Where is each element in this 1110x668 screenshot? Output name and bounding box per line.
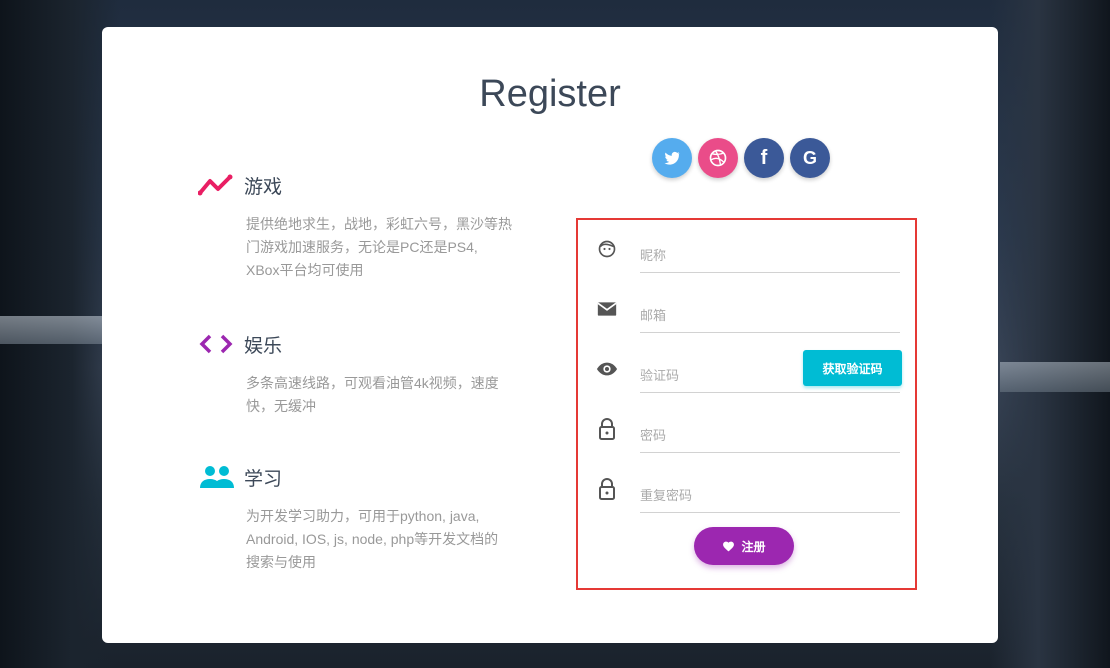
- register-card: Register f G 游戏 提供绝地求生，战地，彩虹六号，黑沙等热门游戏加速…: [102, 27, 998, 643]
- background-right-forest: [990, 0, 1110, 668]
- page-title: Register: [479, 73, 621, 115]
- dribbble-icon: [709, 149, 727, 167]
- eye-icon: [596, 358, 618, 380]
- password-input[interactable]: [640, 420, 900, 453]
- twitter-icon: [664, 151, 680, 165]
- nickname-input[interactable]: [640, 240, 900, 273]
- confirm-password-input[interactable]: [640, 480, 900, 513]
- feature-games: 游戏 提供绝地求生，战地，彩虹六号，黑沙等热门游戏加速服务，无论是PC还是PS4…: [198, 171, 512, 282]
- dribbble-button[interactable]: [698, 138, 738, 178]
- lock-icon: [596, 478, 618, 500]
- facebook-button[interactable]: f: [744, 138, 784, 178]
- feature-title: 学习: [244, 467, 283, 490]
- get-code-button[interactable]: 获取验证码: [803, 350, 902, 386]
- code-icon: [198, 330, 238, 358]
- feature-title: 娱乐: [244, 334, 283, 357]
- google-icon: G: [802, 147, 817, 168]
- email-input[interactable]: [640, 300, 900, 333]
- email-field-row: [596, 292, 902, 333]
- face-icon: [596, 238, 618, 260]
- register-form: 获取验证码 注册: [576, 218, 917, 590]
- feature-description: 提供绝地求生，战地，彩虹六号，黑沙等热门游戏加速服务，无论是PC还是PS4, X…: [246, 216, 512, 278]
- heart-icon: [723, 541, 735, 552]
- feature-title: 游戏: [244, 175, 283, 198]
- code-field-row: 获取验证码: [596, 350, 902, 393]
- confirm-password-field-row: [596, 472, 902, 513]
- password-field-row: [596, 412, 902, 453]
- feature-entertainment: 娱乐 多条高速线路，可观看油管4k视频，速度快，无缓冲: [198, 330, 512, 418]
- facebook-icon: f: [760, 146, 768, 169]
- nickname-field-row: [596, 232, 902, 273]
- lock-icon: [596, 418, 618, 440]
- google-button[interactable]: G: [790, 138, 830, 178]
- social-login-group: f G: [652, 138, 830, 178]
- feature-description: 多条高速线路，可观看油管4k视频，速度快，无缓冲: [246, 375, 499, 414]
- background-snow-right: [1000, 362, 1110, 392]
- group-icon: [198, 463, 238, 491]
- register-button[interactable]: 注册: [694, 527, 794, 565]
- feature-learning: 学习 为开发学习助力，可用于python, java, Android, IOS…: [198, 463, 512, 574]
- timeline-icon: [198, 171, 238, 199]
- background-snow-left: [0, 316, 104, 344]
- twitter-button[interactable]: [652, 138, 692, 178]
- feature-description: 为开发学习助力，可用于python, java, Android, IOS, j…: [246, 508, 499, 570]
- code-underline: [640, 392, 900, 393]
- mail-icon: [596, 298, 618, 320]
- code-input[interactable]: [640, 360, 796, 393]
- register-label: 注册: [741, 539, 766, 554]
